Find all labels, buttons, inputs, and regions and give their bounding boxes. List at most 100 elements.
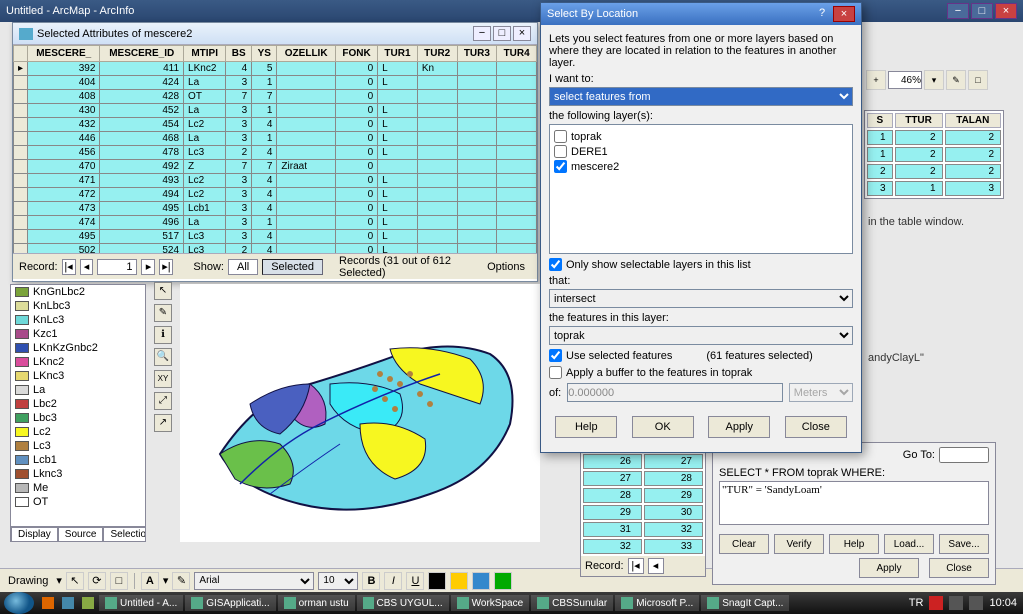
go-tool-icon[interactable]: ↗ <box>154 414 172 432</box>
query-load-button[interactable]: Load... <box>884 534 934 554</box>
edit-vertices-icon[interactable]: ✎ <box>172 572 190 590</box>
rectangle-icon[interactable]: □ <box>110 572 128 590</box>
measure-tool-icon[interactable]: ⤢ <box>154 392 172 410</box>
toc-layer-item[interactable]: Lbc3 <box>11 411 145 425</box>
sbl-features-select[interactable]: toprak <box>549 326 853 345</box>
toc-layer-item[interactable]: Lc3 <box>11 439 145 453</box>
sbl-close-button[interactable]: Close <box>785 416 847 438</box>
font-size-select[interactable]: 10 <box>318 572 358 590</box>
taskbar-item[interactable]: WorkSpace <box>451 595 530 611</box>
toc-layer-item[interactable]: Lc2 <box>11 425 145 439</box>
query-clear-button[interactable]: Clear <box>719 534 769 554</box>
table-row[interactable]: 430452La310L <box>14 104 537 118</box>
table-row[interactable]: 473495Lcb1340L <box>14 202 537 216</box>
show-selected-button[interactable]: Selected <box>262 259 323 275</box>
table-row[interactable]: 472494Lc2340L <box>14 188 537 202</box>
column-header[interactable]: TUR1 <box>378 46 418 62</box>
sbl-use-selected-checkbox[interactable] <box>549 349 562 362</box>
table-row[interactable]: 456478Lc3240L <box>14 146 537 160</box>
toc-layer-item[interactable]: LKnc2 <box>11 355 145 369</box>
column-header[interactable]: TUR3 <box>457 46 497 62</box>
column-header[interactable]: TUR4 <box>497 46 537 62</box>
table-row[interactable]: 495517Lc3340L <box>14 230 537 244</box>
xy-tool-icon[interactable]: XY <box>154 370 172 388</box>
sbl-buffer-checkbox[interactable] <box>549 366 562 379</box>
table-row[interactable]: 408428OT770 <box>14 90 537 104</box>
attribute-table-scroll[interactable]: MESCERE_MESCERE_IDMTIPIBSYSOZELLIKFONKTU… <box>13 45 537 253</box>
start-button[interactable] <box>4 592 34 614</box>
edit-tool-icon[interactable]: ✎ <box>154 304 172 322</box>
window-close-icon[interactable]: × <box>513 26 531 41</box>
toc-layer-item[interactable]: KnLbc3 <box>11 299 145 313</box>
last-record-button[interactable]: ▸| <box>159 259 173 275</box>
query-text[interactable] <box>719 481 989 525</box>
window-minimize-icon[interactable]: − <box>473 26 491 41</box>
toc-tab-display[interactable]: Display <box>11 527 58 541</box>
bold-icon[interactable]: B <box>362 572 380 590</box>
column-header[interactable]: MTIPI <box>184 46 226 62</box>
close-button[interactable]: × <box>995 3 1017 19</box>
sbl-only-selectable-checkbox[interactable] <box>549 258 562 271</box>
toc-layer-item[interactable]: KnLc3 <box>11 313 145 327</box>
font-select[interactable]: Arial <box>194 572 314 590</box>
italic-icon[interactable]: I <box>384 572 402 590</box>
query-verify-button[interactable]: Verify <box>774 534 824 554</box>
layer-checkbox[interactable] <box>554 160 567 173</box>
taskbar-item[interactable]: SnagIt Capt... <box>701 595 789 611</box>
tray-icon-2[interactable] <box>949 596 963 610</box>
tray-volume-icon[interactable] <box>969 596 983 610</box>
text-dropdown-icon[interactable]: ▾ <box>163 574 169 587</box>
font-color-icon[interactable] <box>428 572 446 590</box>
zoom-in-icon[interactable]: + <box>866 70 886 90</box>
toc-tab-selection[interactable]: Selection <box>103 527 146 541</box>
sbl-help-icon[interactable]: ? <box>811 6 833 22</box>
column-header[interactable]: YS <box>252 46 277 62</box>
sbl-apply-button[interactable]: Apply <box>708 416 770 438</box>
query-help-button[interactable]: Help <box>829 534 879 554</box>
layer-checkbox[interactable] <box>554 145 567 158</box>
toc-layer-item[interactable]: LKnKzGnbc2 <box>11 341 145 355</box>
find-tool-icon[interactable]: 🔍 <box>154 348 172 366</box>
sbl-ok-button[interactable]: OK <box>632 416 694 438</box>
marker-color-icon[interactable] <box>494 572 512 590</box>
quick-launch-icon-2[interactable] <box>62 597 74 609</box>
table-row[interactable]: 446468La310L <box>14 132 537 146</box>
taskbar-item[interactable]: CBS UYGUL... <box>357 595 449 611</box>
quick-launch-icon-3[interactable] <box>82 597 94 609</box>
minimize-button[interactable]: − <box>947 3 969 19</box>
fill-color-icon[interactable] <box>450 572 468 590</box>
taskbar-item[interactable]: Microsoft P... <box>615 595 699 611</box>
layer-checkbox[interactable] <box>554 130 567 143</box>
rotate-icon[interactable]: ⟳ <box>88 572 106 590</box>
table-row[interactable]: ▸392411LKnc2450LKn <box>14 62 537 76</box>
sbl-help-button[interactable]: Help <box>555 416 617 438</box>
sbl-want-select[interactable]: select features from <box>549 87 853 106</box>
query-save-button[interactable]: Save... <box>939 534 989 554</box>
column-header[interactable]: BS <box>226 46 252 62</box>
identify-tool-icon[interactable]: ℹ <box>154 326 172 344</box>
toc-layer-item[interactable]: Lknc3 <box>11 467 145 481</box>
table-row[interactable]: 502524Lc3240L <box>14 244 537 254</box>
tool-icon[interactable]: ▾ <box>924 70 944 90</box>
map-canvas[interactable] <box>180 284 540 542</box>
query-close-button[interactable]: Close <box>929 558 989 578</box>
table-row[interactable]: 432454Lc2340L <box>14 118 537 132</box>
pointer-tool-icon[interactable]: ↖ <box>154 282 172 300</box>
table-row[interactable]: 474496La310L <box>14 216 537 230</box>
column-header[interactable]: TUR2 <box>417 46 457 62</box>
quick-launch-icon-1[interactable] <box>42 597 54 609</box>
toc-layer-item[interactable]: Lcb1 <box>11 453 145 467</box>
next-record-button[interactable]: ▸ <box>141 259 155 275</box>
window-maximize-icon[interactable]: □ <box>493 26 511 41</box>
toc-layer-item[interactable]: OT <box>11 495 145 509</box>
select-element-icon[interactable]: ↖ <box>66 572 84 590</box>
toc-layer-item[interactable]: Lbc2 <box>11 397 145 411</box>
column-header[interactable]: MESCERE_ <box>28 46 100 62</box>
sbl-close-icon[interactable]: × <box>833 6 855 22</box>
table-row[interactable]: 404424La310L <box>14 76 537 90</box>
options-button[interactable]: Options <box>481 260 531 274</box>
tool-icon-3[interactable]: □ <box>968 70 988 90</box>
toc-layer-item[interactable]: Me <box>11 481 145 495</box>
drawing-dropdown-icon[interactable]: ▾ <box>56 574 62 587</box>
goto-input[interactable] <box>939 447 989 463</box>
